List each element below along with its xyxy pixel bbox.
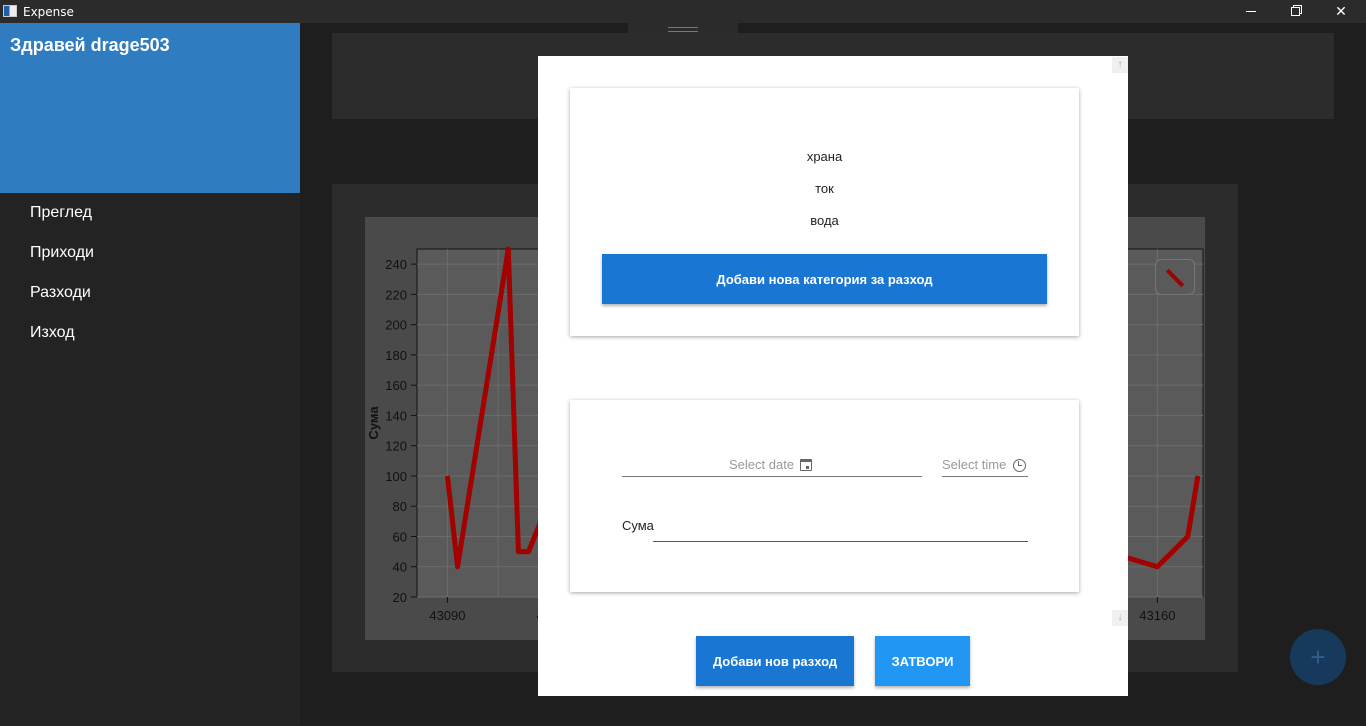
sidebar-header: Здравей drage503 <box>0 23 300 193</box>
amount-input[interactable] <box>653 520 1028 542</box>
window-title: Expense <box>23 5 74 19</box>
close-window-button[interactable]: ✕ <box>1318 0 1364 23</box>
app-icon <box>3 5 17 17</box>
sidebar-item-overview[interactable]: Преглед <box>30 204 92 222</box>
category-item[interactable]: вода <box>570 213 1079 228</box>
sidebar-item-expenses[interactable]: Разходи <box>30 284 91 302</box>
time-picker-field[interactable]: Select time <box>942 456 1028 477</box>
y-tick-label: 240 <box>385 257 407 272</box>
minimize-button[interactable] <box>1228 0 1274 23</box>
add-fab-button[interactable]: + <box>1290 629 1346 685</box>
amount-label: Сума <box>622 518 654 533</box>
category-item[interactable]: храна <box>570 149 1079 164</box>
y-tick-label: 220 <box>385 287 407 302</box>
y-tick-label: 80 <box>393 499 407 514</box>
sidebar-item-logout[interactable]: Изход <box>30 324 75 342</box>
restore-icon <box>1290 7 1300 16</box>
date-placeholder: Select date <box>729 457 795 472</box>
y-axis-label: Сума <box>366 406 381 440</box>
y-tick-label: 60 <box>393 529 407 544</box>
x-tick-label: 43090 <box>429 608 465 623</box>
calendar-icon[interactable] <box>800 459 812 471</box>
minimize-icon <box>1246 11 1256 12</box>
greeting-text: Здравей drage503 <box>10 35 170 55</box>
close-icon: ✕ <box>1335 3 1347 19</box>
y-tick-label: 140 <box>385 408 407 423</box>
y-tick-label: 160 <box>385 378 407 393</box>
category-panel: храна ток вода Добави нова категория за … <box>570 88 1079 336</box>
category-item[interactable]: ток <box>570 181 1079 196</box>
add-expense-button[interactable]: Добави нов разход <box>696 636 854 686</box>
x-tick-label: 43160 <box>1139 608 1175 623</box>
date-picker-field[interactable]: Select date <box>622 456 922 477</box>
close-dialog-button[interactable]: ЗАТВОРИ <box>875 636 970 686</box>
add-category-button[interactable]: Добави нова категория за разход <box>602 254 1047 304</box>
maximize-button[interactable] <box>1272 0 1318 23</box>
y-tick-label: 200 <box>385 318 407 333</box>
clock-icon[interactable] <box>1013 459 1026 472</box>
sidebar-item-income[interactable]: Приходи <box>30 244 94 262</box>
y-tick-label: 180 <box>385 348 407 363</box>
y-tick-label: 120 <box>385 439 407 454</box>
expense-form-panel: Select date Select time Сума <box>570 400 1079 592</box>
sidebar: Здравей drage503 Преглед Приходи Разходи… <box>0 23 300 726</box>
y-tick-label: 20 <box>393 590 407 605</box>
chart-tool-button[interactable] <box>1155 259 1195 295</box>
y-tick-label: 40 <box>393 560 407 575</box>
time-placeholder: Select time <box>942 457 1007 472</box>
title-bar: Expense ✕ <box>0 0 1366 23</box>
scroll-down-arrow[interactable]: ↓ <box>1112 610 1128 626</box>
scroll-up-arrow[interactable]: ↑ <box>1112 57 1128 73</box>
y-tick-label: 100 <box>385 469 407 484</box>
